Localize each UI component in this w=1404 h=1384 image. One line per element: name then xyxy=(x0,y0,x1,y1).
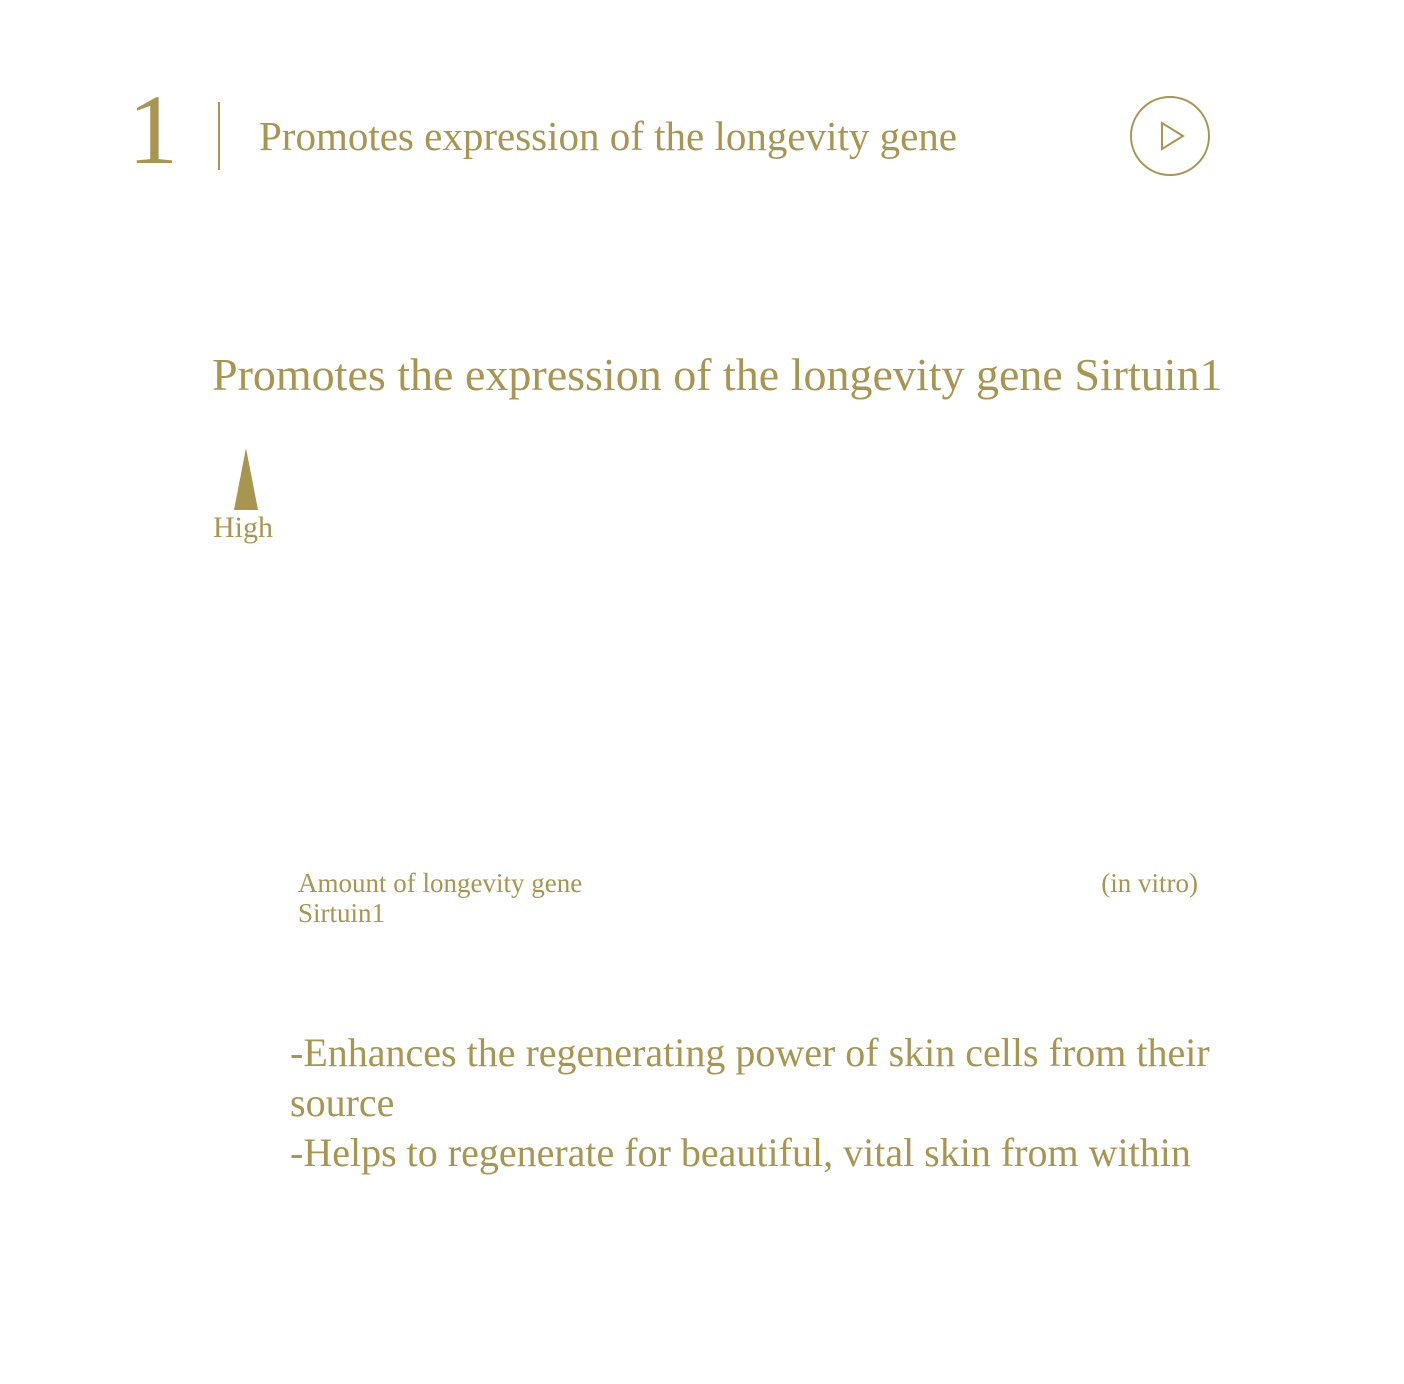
header-title: Promotes expression of the longevity gen… xyxy=(259,113,958,159)
play-icon xyxy=(1161,121,1185,151)
amount-label-line1: Amount of longevity gene xyxy=(298,868,583,898)
step-number: 1 xyxy=(128,74,178,185)
benefit-item: -Helps to regenerate for beautiful, vita… xyxy=(290,1130,1191,1175)
play-button[interactable] xyxy=(1130,96,1210,176)
benefit-item: -Enhances the regenerating power of skin… xyxy=(290,1030,1210,1125)
header-divider xyxy=(218,102,220,170)
section-title: Promotes the expression of the longevity… xyxy=(212,349,1223,400)
in-vitro-note: (in vitro) xyxy=(1101,868,1198,898)
amount-label-line2: Sirtuin1 xyxy=(298,898,386,928)
up-arrow-icon xyxy=(234,448,258,510)
high-label: High xyxy=(213,511,273,544)
benefits-list: -Enhances the regenerating power of skin… xyxy=(290,1028,1290,1178)
amount-label: Amount of longevity gene Sirtuin1 xyxy=(298,868,582,928)
